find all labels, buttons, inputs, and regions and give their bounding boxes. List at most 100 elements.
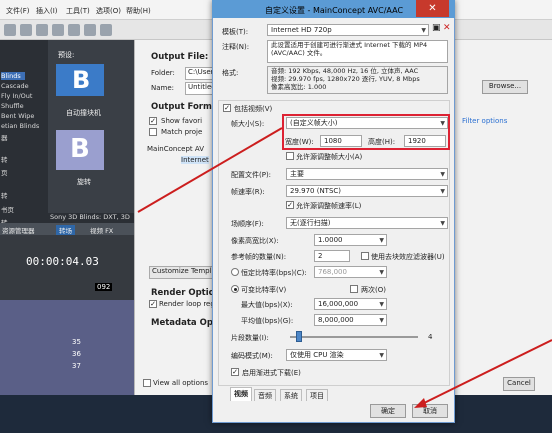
- open-icon[interactable]: [20, 24, 32, 36]
- list-item[interactable]: Blinds: [1, 72, 25, 80]
- template-combo[interactable]: Internet HD 720p ▼: [267, 24, 429, 36]
- show-favorites-checkbox[interactable]: ✓: [149, 117, 157, 125]
- cut-icon[interactable]: [84, 24, 96, 36]
- copy-icon[interactable]: [100, 24, 112, 36]
- allow-rate-checkbox[interactable]: ✓: [286, 201, 294, 209]
- ok-button[interactable]: 确定: [370, 404, 406, 418]
- tab-video[interactable]: 视频: [230, 387, 252, 401]
- menu-edit[interactable]: 插入(I): [36, 6, 58, 16]
- list-item[interactable]: 转: [1, 190, 8, 200]
- progressive-label: 启用渐进式下载(E): [242, 369, 301, 377]
- slices-value: 4: [428, 333, 433, 341]
- list-item[interactable]: Cascade: [1, 82, 29, 90]
- max-bitrate-combo[interactable]: 16,000,000 ▼: [314, 298, 387, 310]
- thumb1-caption: 自动撞块机: [66, 109, 101, 117]
- transition-description: Sony 3D Blinds: DXT, 3D: [48, 213, 134, 223]
- list-item[interactable]: Bent Wipe: [1, 112, 34, 120]
- profile-label: 配置文件(P):: [231, 171, 272, 179]
- tree-item-internet[interactable]: Internet: [181, 156, 209, 164]
- slices-label: 片段数量(I):: [231, 334, 269, 342]
- include-video-label: 包括视频(V): [234, 105, 273, 113]
- par-label: 像素高宽比(X):: [231, 237, 279, 245]
- vbr-radio[interactable]: [231, 285, 239, 293]
- include-video-checkbox[interactable]: ✓: [223, 104, 231, 112]
- show-favorites-label: Show favori: [161, 117, 203, 125]
- render-loop-checkbox[interactable]: ✓: [149, 300, 157, 308]
- redo-icon[interactable]: [68, 24, 80, 36]
- two-pass-label: 两次(O): [361, 286, 386, 294]
- vbr-label: 可变比特率(V): [241, 286, 287, 294]
- allow-frame-resize-checkbox[interactable]: [286, 152, 294, 160]
- format-line: 视频: 29.970 fps, 1280x720 逐行, YUV, 8 Mbps: [271, 75, 420, 83]
- delete-template-icon[interactable]: ✕: [443, 23, 453, 35]
- thumb-b-letter: B: [72, 66, 91, 94]
- framerate-label: 帧速率(R):: [231, 188, 265, 196]
- chevron-down-icon: ▼: [379, 317, 384, 324]
- timecode-display: 00:00:04.03: [26, 255, 99, 268]
- tree-item-mainconcept[interactable]: MainConcept AV: [147, 145, 204, 153]
- profile-combo[interactable]: 主要 ▼: [286, 168, 448, 180]
- browse-button[interactable]: Browse...: [482, 80, 528, 94]
- save-template-icon[interactable]: ▣: [432, 23, 442, 35]
- max-bitrate-label: 最大值(bps)(X):: [241, 301, 293, 309]
- framerate-combo[interactable]: 29.970 (NTSC) ▼: [286, 185, 448, 197]
- avg-bitrate-combo[interactable]: 8,000,000 ▼: [314, 314, 387, 326]
- menu-options[interactable]: 选项(O): [96, 6, 121, 16]
- tab-explorer[interactable]: 资源管理器: [2, 225, 35, 235]
- encode-mode-value: 仅使用 CPU 渲染: [290, 351, 344, 359]
- cbr-combo[interactable]: 768,000 ▼: [314, 266, 387, 278]
- cbr-radio[interactable]: [231, 268, 239, 276]
- ref-frames-input[interactable]: 2: [314, 250, 350, 262]
- view-all-checkbox[interactable]: [143, 379, 151, 387]
- chevron-down-icon: ▼: [379, 237, 384, 244]
- list-item[interactable]: etian Blinds: [1, 122, 39, 130]
- allow-rate-label: 允许源调整帧速率(L): [296, 202, 362, 210]
- progressive-checkbox[interactable]: ✓: [231, 368, 239, 376]
- cbr-value: 768,000: [318, 268, 347, 276]
- field-order-label: 场顺序(F):: [231, 220, 264, 228]
- deblock-checkbox[interactable]: [361, 252, 369, 260]
- undo-icon[interactable]: [52, 24, 64, 36]
- list-item[interactable]: 页: [1, 167, 8, 177]
- tab-system[interactable]: 系统: [280, 389, 302, 401]
- chevron-down-icon: ▼: [421, 27, 426, 34]
- avg-bitrate-value: 8,000,000: [318, 316, 354, 324]
- list-item[interactable]: 转: [1, 154, 8, 164]
- list-item[interactable]: 器: [1, 132, 8, 142]
- notes-textarea[interactable]: 此设置适用于创建可进行渐进式 Internet 下载的 MP4 (AVC/AAC…: [267, 40, 448, 63]
- list-item[interactable]: Fly In/Out: [1, 92, 32, 100]
- render-cancel-button[interactable]: Cancel: [503, 377, 535, 391]
- match-project-checkbox[interactable]: [149, 128, 157, 136]
- tab-audio[interactable]: 音频: [254, 389, 276, 401]
- close-icon[interactable]: ✕: [416, 0, 449, 17]
- filter-options-link[interactable]: Filter options: [462, 117, 507, 125]
- encode-mode-label: 编码模式(M):: [231, 352, 273, 360]
- dialog-cancel-button[interactable]: 取消: [412, 404, 448, 418]
- menu-file[interactable]: 文件(F): [6, 6, 30, 16]
- par-combo[interactable]: 1.0000 ▼: [314, 234, 387, 246]
- render-as-panel: Output File: Folder: C:\Users Name: Unti…: [134, 40, 226, 395]
- two-pass-checkbox[interactable]: [350, 285, 358, 293]
- menu-help[interactable]: 帮助(H): [126, 6, 151, 16]
- profile-value: 主要: [290, 170, 304, 178]
- tab-video-fx[interactable]: 视频 FX: [90, 225, 113, 235]
- slices-slider-track[interactable]: [290, 336, 418, 338]
- tab-project[interactable]: 项目: [306, 389, 328, 401]
- chevron-down-icon: ▼: [440, 220, 445, 227]
- encode-mode-combo[interactable]: 仅使用 CPU 渲染 ▼: [286, 349, 387, 361]
- par-value: 1.0000: [318, 236, 343, 244]
- match-project-label: Match proje: [161, 128, 203, 136]
- thumb-b-letter-2: B: [70, 134, 90, 164]
- save-icon[interactable]: [36, 24, 48, 36]
- slices-slider-thumb[interactable]: [296, 331, 302, 342]
- frame-size-highlight: [282, 114, 450, 150]
- menu-tools[interactable]: 工具(T): [66, 6, 90, 16]
- format-line: 像素高宽比: 1.000: [271, 83, 327, 91]
- field-order-combo[interactable]: 无(逐行扫描) ▼: [286, 217, 448, 229]
- tab-transitions[interactable]: 转场: [56, 225, 75, 235]
- new-icon[interactable]: [4, 24, 16, 36]
- frame-number: 092: [95, 283, 113, 291]
- track-value: 36: [72, 350, 81, 358]
- list-item[interactable]: Shuffle: [1, 102, 24, 110]
- list-item[interactable]: 书页: [1, 204, 14, 214]
